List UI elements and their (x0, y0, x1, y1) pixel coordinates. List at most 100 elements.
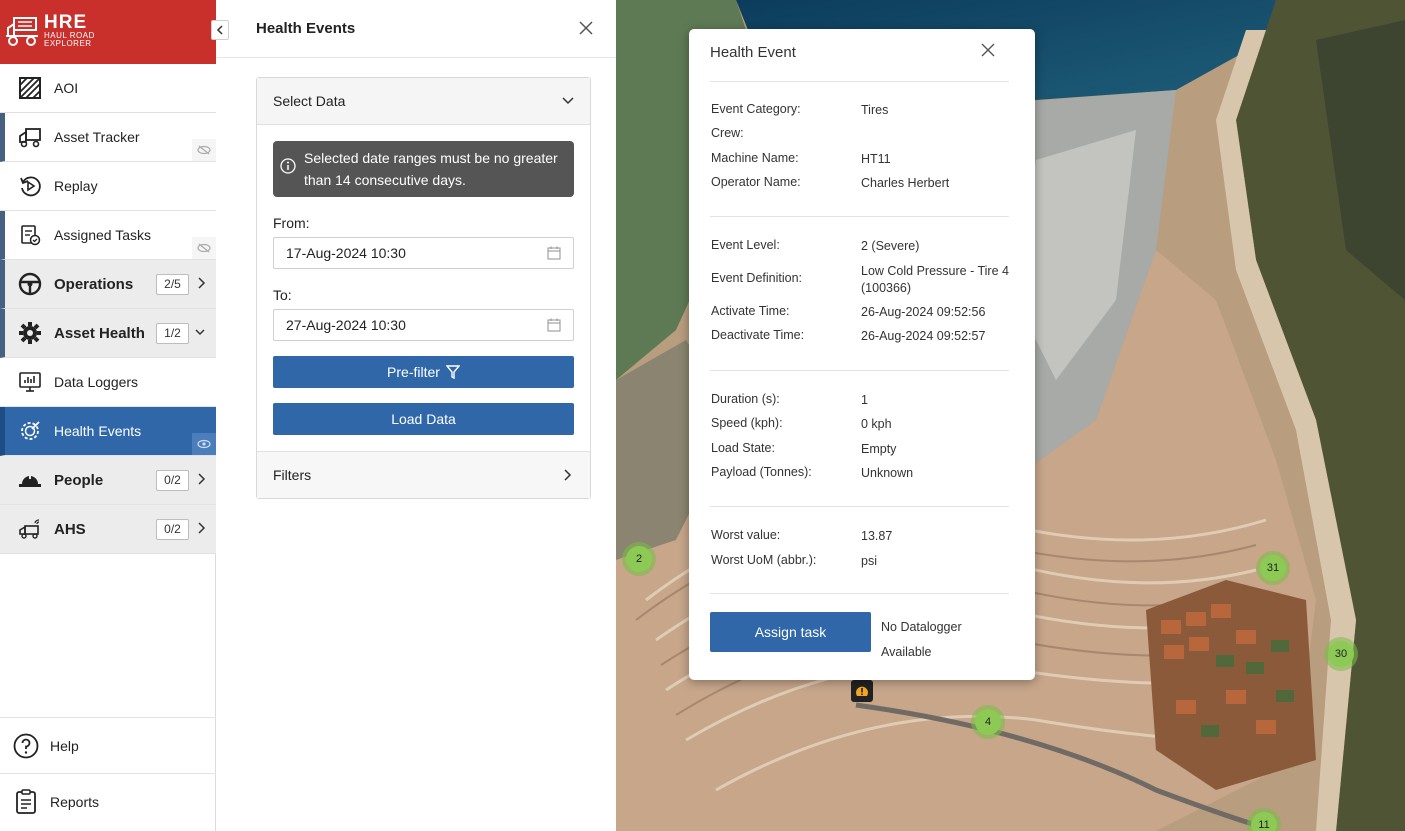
sidebar-item-label: Data Loggers (54, 374, 139, 390)
prefilter-label: Pre-filter (387, 364, 440, 380)
divider (710, 593, 1009, 594)
sidebar-item-label: Assigned Tasks (54, 227, 152, 243)
close-icon[interactable] (578, 20, 594, 36)
hard-hat-icon (18, 468, 42, 492)
panel-title: Health Events (256, 20, 356, 37)
to-date-input[interactable]: 27-Aug-2024 10:30 (273, 309, 574, 341)
from-label: From: (273, 215, 310, 231)
sidebar-item-data-loggers[interactable]: Data Loggers (0, 358, 216, 407)
cluster-count: 30 (1328, 641, 1354, 667)
brand-text: HRE HAUL ROAD EXPLORER (44, 12, 108, 48)
load-data-label: Load Data (391, 411, 456, 427)
select-data-header[interactable]: Select Data (257, 78, 590, 125)
eye-off-icon[interactable] (192, 139, 216, 161)
eye-icon[interactable] (192, 433, 216, 455)
help-label: Help (50, 737, 79, 754)
from-date-input[interactable]: 17-Aug-2024 10:30 (273, 237, 574, 269)
sidebar-item-replay[interactable]: Replay (0, 162, 216, 211)
chevron-left-icon (216, 25, 223, 35)
asset-cluster-marker[interactable]: 2 (622, 542, 656, 576)
count-badge: 0/2 (156, 470, 189, 491)
replay-icon (18, 174, 42, 198)
chevron-right-icon (198, 522, 206, 534)
brand-subtitle: HAUL ROAD EXPLORER (44, 31, 95, 48)
popup-title: Health Event (710, 44, 796, 61)
chevron-down-icon (195, 329, 205, 336)
select-data-card: Select Data Selected date ranges must be… (256, 77, 591, 499)
sidebar-item-assigned-tasks[interactable]: Assigned Tasks (0, 211, 216, 260)
sidebar-group-label: People (54, 471, 104, 489)
to-date-value: 27-Aug-2024 10:30 (286, 317, 406, 333)
tire-alert-marker[interactable] (851, 680, 873, 702)
chevron-right-icon (564, 469, 572, 481)
sidebar-group-ahs[interactable]: AHS 0/2 (0, 505, 216, 554)
brand-header: HRE HAUL ROAD EXPLORER (0, 0, 216, 64)
sidebar-group-label: Operations (54, 275, 134, 293)
sidebar-item-label: Replay (54, 178, 98, 194)
sidebar-item-label: AOI (54, 80, 79, 96)
from-date-value: 17-Aug-2024 10:30 (286, 245, 406, 261)
brand-title: HRE (44, 12, 88, 33)
sidebar-nav: AOI Asset Tracker Replay Assigned Tasks (0, 64, 216, 554)
close-icon[interactable] (981, 43, 995, 57)
reports-link[interactable]: Reports (0, 773, 216, 829)
count-badge: 2/5 (156, 274, 189, 295)
health-event-popup: Health Event Event Category: Tires Crew: … (689, 29, 1035, 680)
filters-section[interactable]: Filters (257, 451, 590, 498)
calendar-icon[interactable] (547, 318, 561, 332)
asset-cluster-marker[interactable]: 4 (971, 705, 1005, 739)
clipboard-report-icon (13, 788, 39, 815)
panel-header: Health Events (216, 0, 616, 58)
alert-text: Selected date ranges must be no greater … (304, 150, 558, 188)
divider (710, 370, 1009, 371)
sidebar-item-health-events[interactable]: Health Events (0, 407, 216, 456)
sidebar-group-people[interactable]: People 0/2 (0, 456, 216, 505)
sidebar: HRE HAUL ROAD EXPLORER AOI Asset Tracker (0, 0, 229, 831)
chevron-right-icon (198, 473, 206, 485)
count-badge: 1/2 (156, 323, 189, 344)
collapse-sidebar-button[interactable] (211, 20, 229, 40)
sidebar-item-label: Health Events (54, 423, 142, 439)
sidebar-item-aoi[interactable]: AOI (0, 64, 216, 113)
select-data-label: Select Data (273, 93, 346, 109)
count-badge: 0/2 (156, 519, 189, 540)
tasks-icon (18, 223, 42, 247)
sidebar-item-asset-tracker[interactable]: Asset Tracker (0, 113, 216, 162)
eye-off-icon[interactable] (192, 237, 216, 259)
filter-icon (445, 365, 460, 379)
sidebar-group-asset-health[interactable]: Asset Health 1/2 (0, 309, 216, 358)
aoi-hatch-icon (18, 76, 42, 100)
cluster-count: 31 (1260, 555, 1286, 581)
to-label: To: (273, 287, 292, 303)
sidebar-group-label: AHS (54, 520, 86, 538)
reports-label: Reports (50, 793, 100, 810)
health-events-panel: Health Events Select Data Selected date … (216, 0, 616, 831)
haul-truck-logo-icon (6, 17, 38, 46)
cluster-count: 2 (626, 546, 652, 572)
truck-icon (18, 125, 42, 149)
divider (710, 506, 1009, 507)
cluster-count: 4 (975, 709, 1001, 735)
info-icon (280, 158, 296, 174)
chevron-down-icon (562, 97, 574, 105)
no-datalogger-text: No Datalogger Available (881, 620, 962, 659)
asset-cluster-marker[interactable]: 31 (1256, 551, 1290, 585)
help-link[interactable]: Help (0, 717, 216, 773)
tire-pressure-warning-icon (856, 686, 868, 696)
sidebar-group-operations[interactable]: Operations 2/5 (0, 260, 216, 309)
steering-wheel-icon (18, 272, 42, 296)
prefilter-button[interactable]: Pre-filter (273, 356, 574, 388)
load-data-button[interactable]: Load Data (273, 403, 574, 435)
monitor-chart-icon (18, 370, 42, 394)
asset-cluster-marker[interactable]: 30 (1324, 637, 1358, 671)
divider (710, 81, 1009, 82)
assign-task-button[interactable]: Assign task (710, 612, 871, 652)
gear-wrench-icon (18, 419, 42, 443)
chevron-right-icon (198, 277, 206, 289)
calendar-icon[interactable] (547, 246, 561, 260)
assign-task-label: Assign task (754, 624, 827, 640)
sidebar-group-label: Asset Health (54, 324, 145, 342)
select-data-body: Selected date ranges must be no greater … (257, 125, 590, 451)
divider (710, 216, 1009, 217)
date-range-alert: Selected date ranges must be no greater … (273, 141, 574, 197)
